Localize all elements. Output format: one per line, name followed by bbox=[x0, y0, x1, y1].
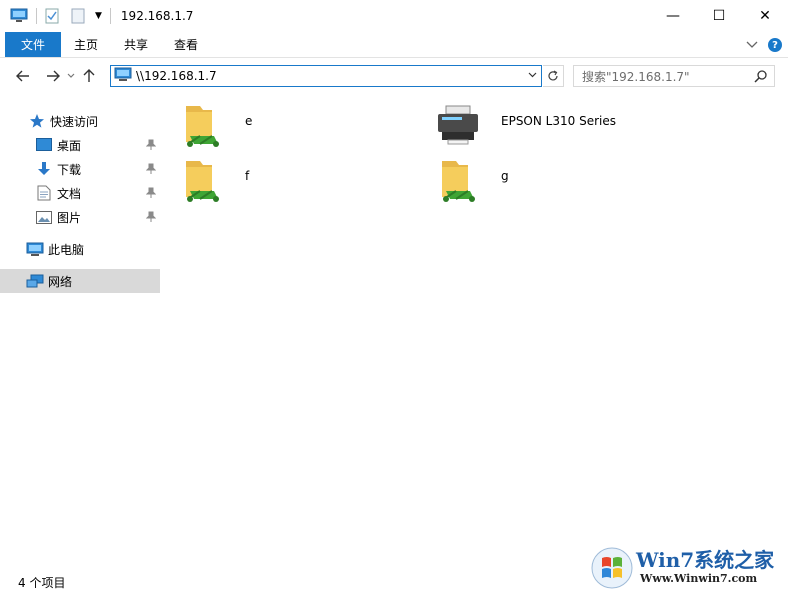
minimize-button[interactable]: — bbox=[650, 0, 696, 32]
toolbar-separator bbox=[36, 8, 37, 24]
download-arrow-icon bbox=[35, 160, 53, 178]
address-path[interactable]: \\192.168.1.7 bbox=[136, 69, 523, 83]
window-controls: — ☐ ✕ bbox=[650, 0, 788, 32]
file-list: e EPSON L310 Series f g bbox=[170, 96, 770, 566]
toolbar-separator bbox=[109, 8, 111, 24]
nav-label: 桌面 bbox=[57, 138, 82, 153]
shared-folder-icon bbox=[180, 100, 224, 150]
tab-home[interactable]: 主页 bbox=[61, 32, 111, 57]
nav-label: 此电脑 bbox=[48, 242, 85, 257]
nav-desktop[interactable]: 桌面 bbox=[0, 133, 160, 157]
watermark-logo: Win7系统之家 Www.Winwin7.com bbox=[590, 540, 786, 592]
nav-label: 快速访问 bbox=[50, 114, 99, 129]
recent-locations-dropdown-icon[interactable] bbox=[64, 65, 78, 87]
nav-network[interactable]: 网络 bbox=[0, 269, 160, 293]
picture-icon bbox=[35, 208, 53, 226]
navigation-pane: 快速访问 桌面 下载 文档 图片 此电脑 网络 bbox=[0, 100, 162, 568]
document-icon bbox=[35, 184, 53, 202]
item-name: g bbox=[501, 169, 509, 183]
maximize-button[interactable]: ☐ bbox=[696, 0, 742, 32]
watermark-url: Www.Winwin7.com bbox=[640, 572, 758, 585]
nav-documents[interactable]: 文档 bbox=[0, 181, 160, 205]
nav-pictures[interactable]: 图片 bbox=[0, 205, 160, 229]
tab-share[interactable]: 共享 bbox=[111, 32, 161, 57]
search-icon[interactable] bbox=[754, 69, 768, 86]
back-arrow-icon[interactable] bbox=[12, 65, 34, 87]
computer-icon[interactable] bbox=[10, 7, 28, 25]
nav-downloads[interactable]: 下载 bbox=[0, 157, 160, 181]
title-bar: ▼ 192.168.1.7 — ☐ ✕ bbox=[0, 0, 788, 32]
list-item-share-f[interactable]: f bbox=[180, 155, 249, 205]
pin-icon[interactable] bbox=[145, 211, 157, 226]
nav-label: 下载 bbox=[57, 162, 82, 177]
tab-view[interactable]: 查看 bbox=[161, 32, 211, 57]
pin-icon[interactable] bbox=[145, 187, 157, 202]
pin-icon[interactable] bbox=[145, 163, 157, 178]
quick-access-toolbar: ▼ 192.168.1.7 bbox=[0, 0, 193, 32]
new-folder-icon[interactable] bbox=[69, 7, 87, 25]
address-row: \\192.168.1.7 搜索"192.168.1.7" bbox=[0, 58, 788, 94]
tab-file[interactable]: 文件 bbox=[5, 32, 61, 57]
nav-label: 网络 bbox=[48, 274, 73, 289]
ribbon-right-controls: ? bbox=[746, 32, 782, 58]
desktop-icon bbox=[35, 136, 53, 154]
close-button[interactable]: ✕ bbox=[742, 0, 788, 32]
address-bar[interactable]: \\192.168.1.7 bbox=[110, 65, 542, 87]
list-item-printer-epson[interactable]: EPSON L310 Series bbox=[436, 100, 616, 150]
properties-icon[interactable] bbox=[43, 7, 61, 25]
item-name: EPSON L310 Series bbox=[501, 114, 616, 128]
network-icon bbox=[26, 272, 44, 290]
nav-this-pc[interactable]: 此电脑 bbox=[0, 237, 160, 261]
list-item-share-e[interactable]: e bbox=[180, 100, 252, 150]
list-item-share-g[interactable]: g bbox=[436, 155, 509, 205]
refresh-icon[interactable] bbox=[543, 65, 564, 87]
address-history-chevron-down-icon[interactable] bbox=[523, 71, 541, 81]
help-icon[interactable]: ? bbox=[768, 38, 782, 52]
expand-ribbon-chevron-icon[interactable] bbox=[746, 38, 758, 52]
watermark-title: Win7系统之家 bbox=[636, 548, 775, 572]
customize-toolbar-dropdown[interactable]: ▼ bbox=[95, 11, 102, 21]
search-input[interactable]: 搜索"192.168.1.7" bbox=[573, 65, 775, 87]
shared-folder-icon bbox=[180, 155, 224, 205]
item-count: 4 个项目 bbox=[18, 575, 66, 590]
ribbon-tabs: 文件 主页 共享 查看 ? bbox=[0, 32, 788, 58]
window-title: 192.168.1.7 bbox=[120, 9, 194, 23]
star-icon bbox=[28, 112, 46, 130]
item-name: f bbox=[245, 169, 250, 183]
forward-arrow-icon[interactable] bbox=[42, 65, 64, 87]
up-arrow-icon[interactable] bbox=[78, 65, 100, 87]
computer-icon bbox=[114, 67, 132, 85]
shared-folder-icon bbox=[436, 155, 480, 205]
nav-label: 文档 bbox=[57, 186, 82, 201]
windows-orb-icon bbox=[590, 546, 634, 593]
pin-icon[interactable] bbox=[145, 139, 157, 154]
item-name: e bbox=[245, 114, 253, 128]
computer-icon bbox=[26, 240, 44, 258]
printer-icon bbox=[436, 100, 480, 150]
search-placeholder: 搜索"192.168.1.7" bbox=[582, 69, 690, 84]
nav-label: 图片 bbox=[57, 210, 82, 225]
nav-quick-access[interactable]: 快速访问 bbox=[0, 109, 160, 133]
